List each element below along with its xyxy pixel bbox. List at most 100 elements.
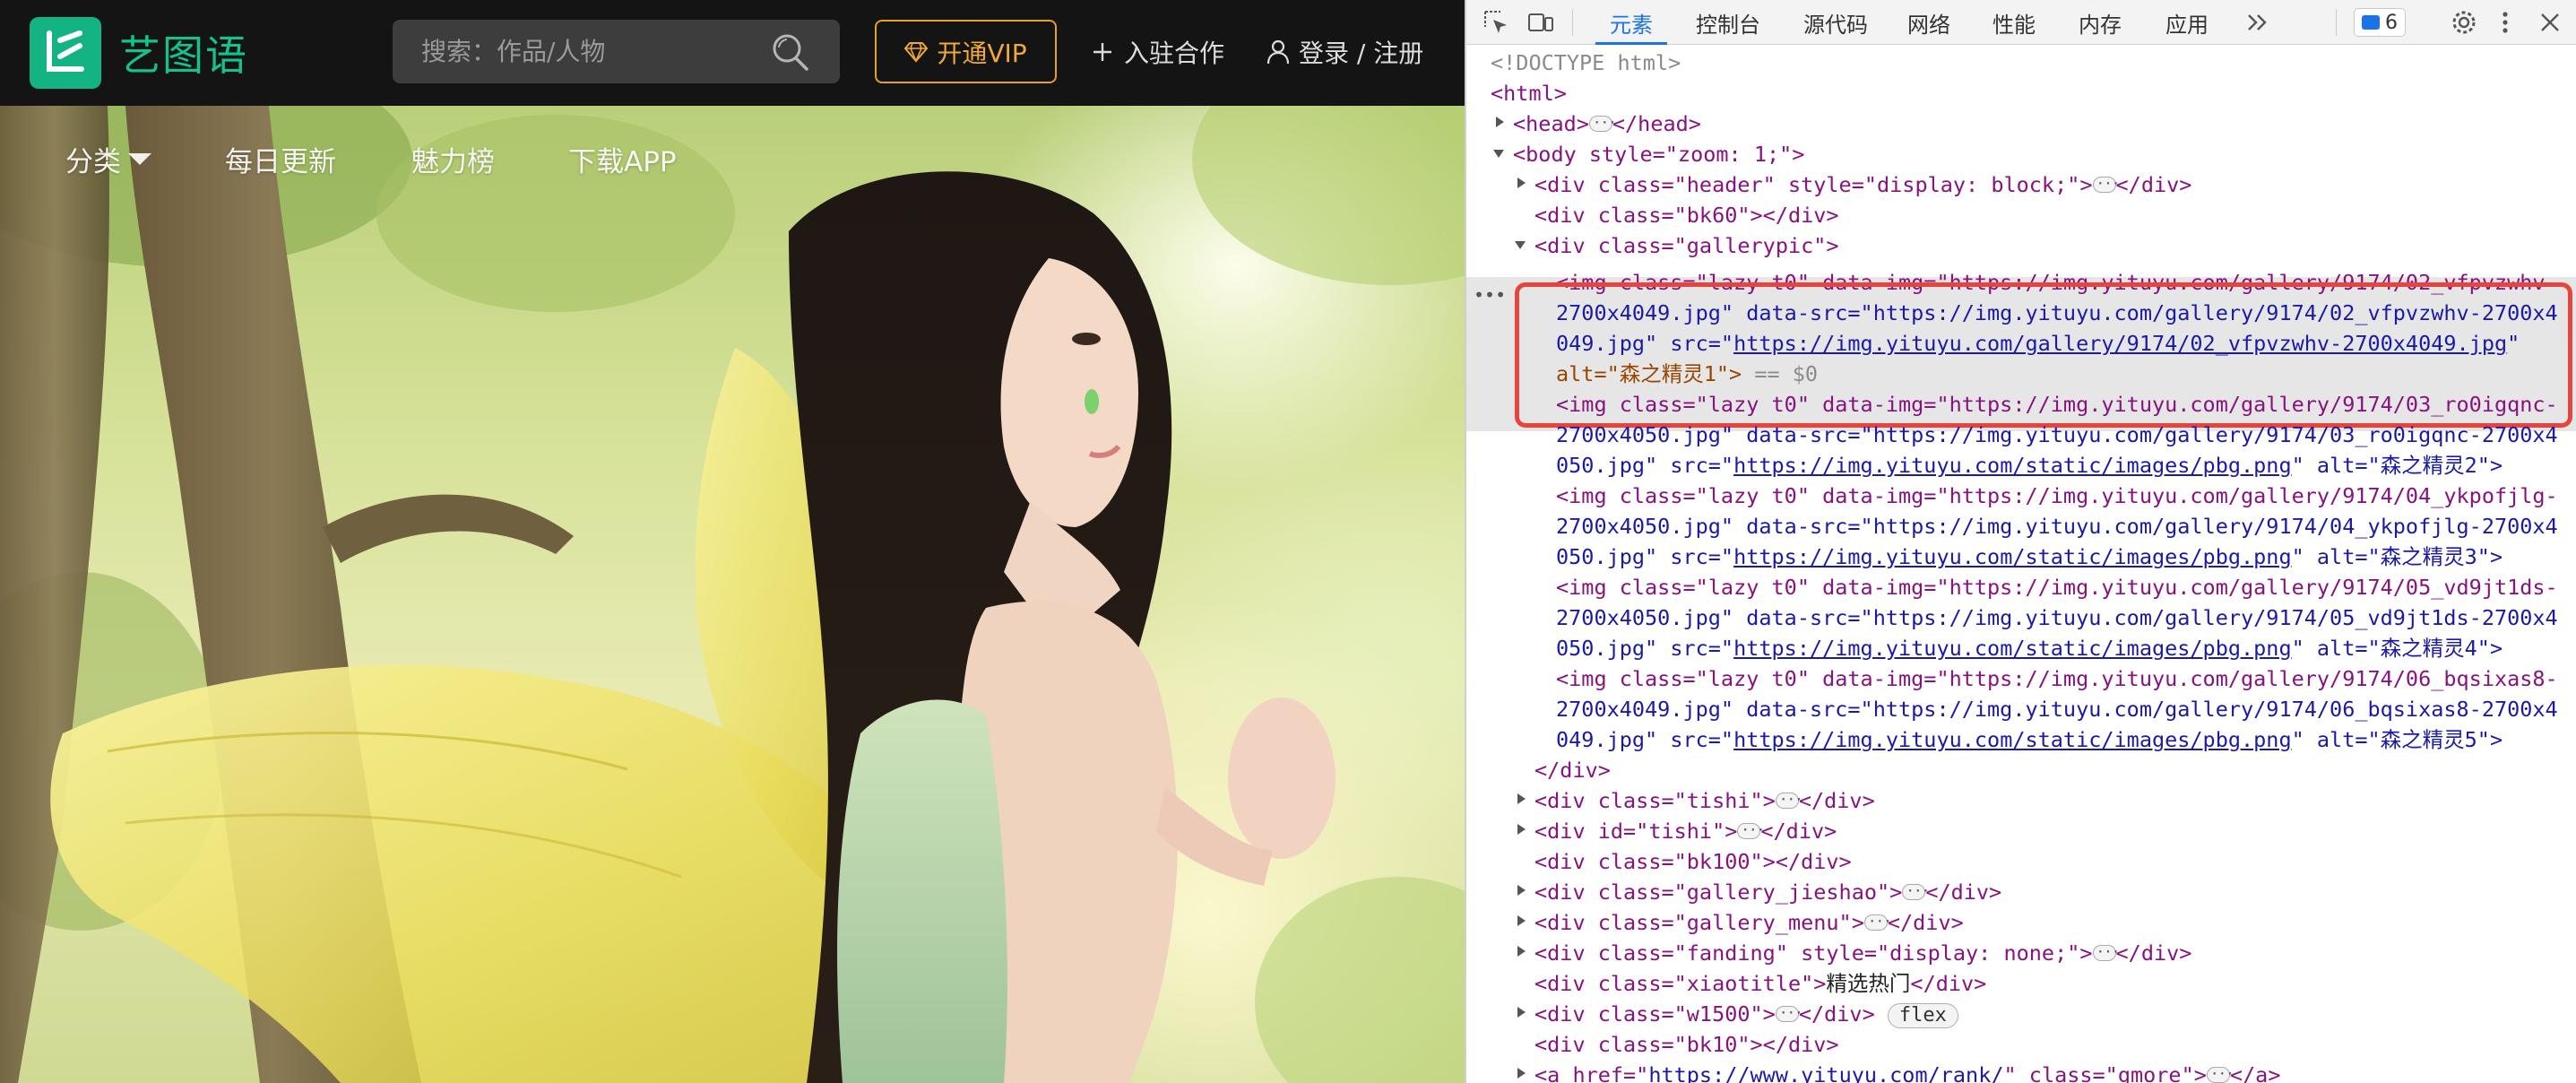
foliage-shape xyxy=(1255,877,1465,1083)
collapsed-dots-icon[interactable] xyxy=(1737,815,1764,845)
node-actions-icon[interactable]: ••• xyxy=(1474,280,1506,310)
dom-line[interactable]: 050.jpg" src="https://img.yituyu.com/sta… xyxy=(1556,633,2503,663)
expand-triangle-icon[interactable] xyxy=(1517,1007,1526,1018)
attr-value-text: 2700x4050.jpg" data-src="https://img.yit… xyxy=(1556,605,2558,630)
collapsed-dots-icon[interactable] xyxy=(2092,937,2119,967)
dom-line[interactable]: <img class="lazy t0" data-img="https://i… xyxy=(1556,663,2558,694)
tag-text: </a> xyxy=(2229,1062,2281,1083)
dom-line[interactable]: <body style="zoom: 1;"> xyxy=(1513,139,1804,169)
collapsed-dots-icon[interactable] xyxy=(2206,1059,2234,1083)
flex-badge[interactable]: flex xyxy=(1887,1002,1958,1028)
dom-line[interactable]: 2700x4050.jpg" data-src="https://img.yit… xyxy=(1556,602,2558,633)
dom-line[interactable]: <div class="xiaotitle">精选热门</div> xyxy=(1534,968,1986,999)
collapsed-dots-icon[interactable] xyxy=(1775,998,1802,1028)
collapsed-dots-icon[interactable] xyxy=(2092,169,2119,199)
user-icon xyxy=(1266,39,1290,64)
dom-line[interactable]: <div class="gallerypic"> xyxy=(1534,230,1839,261)
dom-line[interactable]: <html> xyxy=(1491,78,1567,108)
tab-performance[interactable]: 性能 xyxy=(1993,0,2036,45)
search-input[interactable] xyxy=(419,20,760,83)
expand-triangle-icon[interactable] xyxy=(1517,178,1526,188)
dom-line[interactable]: 2700x4050.jpg" data-src="https://img.yit… xyxy=(1556,511,2558,542)
tag-text: <div class="gallery_menu"> xyxy=(1534,910,1864,935)
login-button[interactable]: 登录 / 注册 xyxy=(1266,20,1423,83)
dom-line[interactable]: <div id="tishi"> </div> xyxy=(1534,815,1837,846)
dom-line[interactable]: <img class="lazy t0" data-img="https://i… xyxy=(1556,572,2558,602)
dom-line[interactable]: 049.jpg" src="https://img.yituyu.com/sta… xyxy=(1556,724,2503,755)
expand-triangle-icon[interactable] xyxy=(1517,915,1526,926)
dom-line[interactable]: <div class="bk100"></div> xyxy=(1534,846,1852,877)
dom-line[interactable]: <div class="w1500"> </div> flex xyxy=(1534,998,1958,1029)
dom-line[interactable]: <div class="fanding" style="display: non… xyxy=(1534,937,2191,968)
dom-line[interactable]: 050.jpg" src="https://img.yituyu.com/sta… xyxy=(1556,542,2503,572)
dom-line[interactable]: 2700x4050.jpg" data-src="https://img.yit… xyxy=(1556,420,2558,450)
logo-icon[interactable] xyxy=(30,17,101,89)
dom-line[interactable]: <head> </head> xyxy=(1513,108,1701,139)
tab-memory[interactable]: 内存 xyxy=(2079,0,2122,45)
join-button[interactable]: 入驻合作 xyxy=(1092,20,1224,83)
tab-console[interactable]: 控制台 xyxy=(1696,0,1760,45)
expand-triangle-icon[interactable] xyxy=(1496,117,1504,127)
tag-text: <div id="tishi"> xyxy=(1534,819,1738,844)
kebab-menu-icon[interactable] xyxy=(2499,9,2511,36)
diamond-icon xyxy=(904,41,929,63)
attr-value-text: " alt="森之精灵3"> xyxy=(2291,544,2503,569)
expand-triangle-icon[interactable] xyxy=(1517,946,1526,957)
dom-line[interactable]: <div class="gallery_menu"> </div> xyxy=(1534,906,1964,938)
tag-text: </head> xyxy=(1612,111,1701,136)
issues-badge[interactable]: 6 xyxy=(2354,8,2406,37)
gear-icon[interactable] xyxy=(2451,9,2477,36)
dom-line[interactable]: <div class="tishi"> </div> xyxy=(1534,784,1875,816)
subnav-download-app[interactable]: 下载APP xyxy=(568,136,677,181)
dom-line[interactable]: 2700x4049.jpg" data-src="https://img.yit… xyxy=(1556,694,2558,724)
collapsed-dots-icon[interactable] xyxy=(1863,906,1891,937)
inspect-element-icon[interactable] xyxy=(1482,9,1509,36)
device-toolbar-icon[interactable] xyxy=(1527,9,1554,36)
subnav-category[interactable]: 分类 xyxy=(65,136,151,181)
tag-text: <div class="xiaotitle"> xyxy=(1534,971,1827,996)
expand-triangle-icon[interactable] xyxy=(1517,793,1526,804)
expand-triangle-icon[interactable] xyxy=(1517,1068,1526,1079)
subnav-charm-ranking[interactable]: 魅力榜 xyxy=(411,136,495,181)
tab-application[interactable]: 应用 xyxy=(2165,0,2209,45)
tag-text: <img class="lazy t0" data-img="https://i… xyxy=(1556,575,2558,600)
collapse-triangle-icon[interactable] xyxy=(1515,241,1526,249)
dom-line[interactable]: 050.jpg" src="https://img.yituyu.com/sta… xyxy=(1556,450,2503,481)
collapse-triangle-icon[interactable] xyxy=(1493,150,1504,158)
logo-text[interactable]: 艺图语 xyxy=(119,23,248,82)
href-link[interactable]: https://www.yituyu.com/rank/ xyxy=(1648,1062,2003,1083)
dom-line[interactable]: </div> xyxy=(1534,755,1611,785)
tab-elements[interactable]: 元素 xyxy=(1595,0,1667,45)
plus-icon xyxy=(1094,42,1111,61)
tab-network[interactable]: 网络 xyxy=(1907,0,1950,45)
tag-text: <img class="lazy t0" data-img="https://i… xyxy=(1556,483,2558,508)
dom-line[interactable]: <!DOCTYPE html> xyxy=(1491,48,1681,78)
expand-triangle-icon[interactable] xyxy=(1517,885,1526,896)
tag-text: <img class="lazy t0" data-img="https://i… xyxy=(1556,666,2558,691)
src-link[interactable]: https://img.yituyu.com/static/images/pbg… xyxy=(1733,453,2292,478)
dom-line[interactable]: <div class="bk10"></div> xyxy=(1534,1029,1839,1060)
tag-text: <img class="lazy t0" data-img="https://i… xyxy=(1556,392,2558,417)
expand-triangle-icon[interactable] xyxy=(1517,824,1526,835)
dom-line[interactable]: <a href="https://www.yituyu.com/rank/" c… xyxy=(1534,1059,2281,1083)
dom-line[interactable]: <div class="gallery_jieshao"> </div> xyxy=(1534,876,2001,907)
src-link[interactable]: https://img.yituyu.com/static/images/pbg… xyxy=(1733,727,2292,752)
dom-line[interactable]: <img class="lazy t0" data-img="https://i… xyxy=(1556,481,2558,511)
collapsed-dots-icon[interactable] xyxy=(1588,108,1616,138)
dom-tree: ••• <!DOCTYPE html> <html> <head> </head>… xyxy=(1466,45,2576,1083)
collapsed-dots-icon[interactable] xyxy=(1775,784,1802,815)
dom-line[interactable]: <div class="header" style="display: bloc… xyxy=(1534,169,2191,200)
search-icon[interactable] xyxy=(769,30,812,74)
hero-image xyxy=(0,106,1465,1083)
chevron-double-right-icon[interactable] xyxy=(2246,13,2269,32)
close-icon[interactable] xyxy=(2538,11,2562,34)
src-link[interactable]: https://img.yituyu.com/static/images/pbg… xyxy=(1733,544,2292,569)
dom-line[interactable]: <div class="bk60"></div> xyxy=(1534,200,1839,230)
dom-line[interactable]: <img class="lazy t0" data-img="https://i… xyxy=(1556,389,2558,420)
tab-sources[interactable]: 源代码 xyxy=(1803,0,1868,45)
collapsed-dots-icon[interactable] xyxy=(1902,876,1929,906)
vip-button[interactable]: 开通VIP xyxy=(875,20,1057,83)
subnav-daily-update[interactable]: 每日更新 xyxy=(225,136,336,181)
tag-text: <div class="bk10"></div> xyxy=(1534,1032,1839,1057)
src-link[interactable]: https://img.yituyu.com/static/images/pbg… xyxy=(1733,636,2292,661)
